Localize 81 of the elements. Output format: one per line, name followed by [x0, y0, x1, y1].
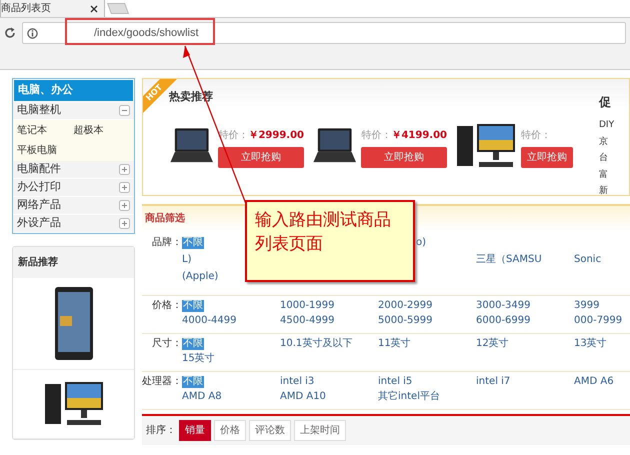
category-label: 网络产品 [17, 196, 61, 213]
filter-option[interactable]: 2000-2999 [378, 300, 433, 312]
subcategory-link[interactable]: 笔记本 [17, 122, 74, 138]
info-icon [27, 28, 38, 38]
promo-link[interactable]: 富 [599, 168, 629, 182]
promo-link[interactable]: DIY [599, 119, 629, 132]
price: ￥4199.00 [391, 128, 447, 142]
filter-option[interactable]: 1000-1999 [280, 300, 335, 312]
subcategory-link[interactable]: 平板电脑 [17, 142, 74, 158]
category-label: 外设产品 [17, 214, 61, 231]
filter-option[interactable]: 3000-3499 [476, 300, 531, 312]
filter-option[interactable]: 5000-5999 [378, 315, 433, 327]
category-item[interactable]: 电脑配件 [13, 160, 134, 178]
filter-option[interactable]: 不限 [182, 300, 204, 312]
filter-option[interactable]: 000-7999 [574, 315, 622, 327]
filter-option[interactable]: 12英寸 [476, 338, 509, 350]
filter-label: 处理器： [142, 376, 182, 389]
filter-option[interactable]: intel i3 [280, 376, 314, 388]
promo-link[interactable]: 台 [599, 152, 629, 166]
filter-label: 尺寸： [151, 338, 182, 351]
category-label: 电脑整机 [17, 102, 61, 118]
price-label: 特价： [361, 128, 392, 142]
filter-option[interactable]: 3999 [574, 300, 600, 312]
close-icon [90, 4, 98, 12]
category-item[interactable]: 办公打印 [13, 178, 134, 196]
category-header: 电脑、办公 [14, 80, 133, 100]
browser-tab[interactable]: 商品列表页 [0, 0, 105, 17]
category-label: 电脑配件 [17, 160, 61, 177]
buy-now-button[interactable]: 立即抢购 [218, 146, 304, 168]
category-item[interactable]: 外设产品 [13, 214, 134, 232]
filter-option[interactable]: 10.1英寸及以下 [280, 338, 352, 350]
sort-label: 排序： [146, 424, 176, 438]
url-text: /index/goods/showlist [94, 26, 199, 41]
new-tab-button[interactable] [107, 3, 129, 14]
promo-link[interactable]: 京 [599, 136, 629, 149]
address-bar[interactable]: /index/goods/showlist [22, 22, 626, 44]
buy-now-button[interactable]: 立即抢购 [521, 146, 573, 168]
expand-icon[interactable] [119, 200, 130, 210]
buy-now-button[interactable]: 立即抢购 [361, 146, 447, 168]
filter-option[interactable]: 不限 [182, 237, 204, 249]
filter-option[interactable]: AMD A10 [280, 391, 326, 403]
filter-option[interactable]: o) [416, 237, 426, 249]
filter-option[interactable]: AMD A8 [182, 391, 222, 403]
filter-option[interactable]: 其它intel平台 [378, 391, 440, 403]
collapse-icon[interactable] [119, 104, 130, 116]
filter-option[interactable]: 不限 [182, 376, 204, 388]
expand-icon[interactable] [119, 182, 130, 192]
sort-button[interactable]: 价格 [214, 420, 246, 441]
annotation-callout: 输入路由测试商品列表页面 [245, 200, 415, 282]
sort-button[interactable]: 销量 [179, 420, 211, 441]
filter-option[interactable]: 不限 [182, 338, 204, 350]
panel-title: 促 [599, 94, 612, 111]
filter-option[interactable]: AMD A6 [574, 376, 614, 388]
category-label: 办公打印 [17, 178, 61, 195]
category-item[interactable]: 电脑整机 [13, 102, 134, 118]
panel-title: 新品推荐 [13, 246, 134, 278]
filter-option[interactable]: 4500-4999 [280, 315, 335, 327]
filter-option[interactable]: Sonic [574, 254, 602, 266]
filter-option[interactable]: 三星（SAMSU [476, 254, 542, 266]
filter-option[interactable]: 11英寸 [378, 338, 411, 350]
category-item[interactable]: 网络产品 [13, 196, 134, 214]
price: ￥2999.00 [248, 128, 304, 142]
price-label: 特价： [521, 128, 551, 142]
filter-option[interactable]: 13英寸 [574, 338, 607, 350]
filter-option[interactable]: L) [182, 254, 192, 266]
tab-title: 商品列表页 [1, 2, 51, 16]
sort-button[interactable]: 评论数 [249, 420, 291, 441]
filter-option[interactable]: 4000-4499 [182, 315, 237, 327]
reload-icon [4, 27, 16, 39]
expand-icon[interactable] [119, 218, 130, 228]
promo-link[interactable]: 新 [599, 185, 629, 195]
sort-button[interactable]: 上架时间 [294, 420, 346, 441]
filter-option[interactable]: (Apple) [182, 271, 218, 283]
filter-label: 品牌： [151, 237, 182, 250]
subcategory-link[interactable]: 超极本 [74, 122, 130, 138]
filter-option[interactable]: 6000-6999 [476, 315, 531, 327]
filter-option[interactable]: 15英寸 [182, 353, 215, 365]
filter-label: 价格： [151, 300, 182, 313]
expand-icon[interactable] [119, 164, 130, 174]
filter-option[interactable]: intel i5 [378, 376, 412, 388]
filter-option[interactable]: intel i7 [476, 376, 510, 388]
